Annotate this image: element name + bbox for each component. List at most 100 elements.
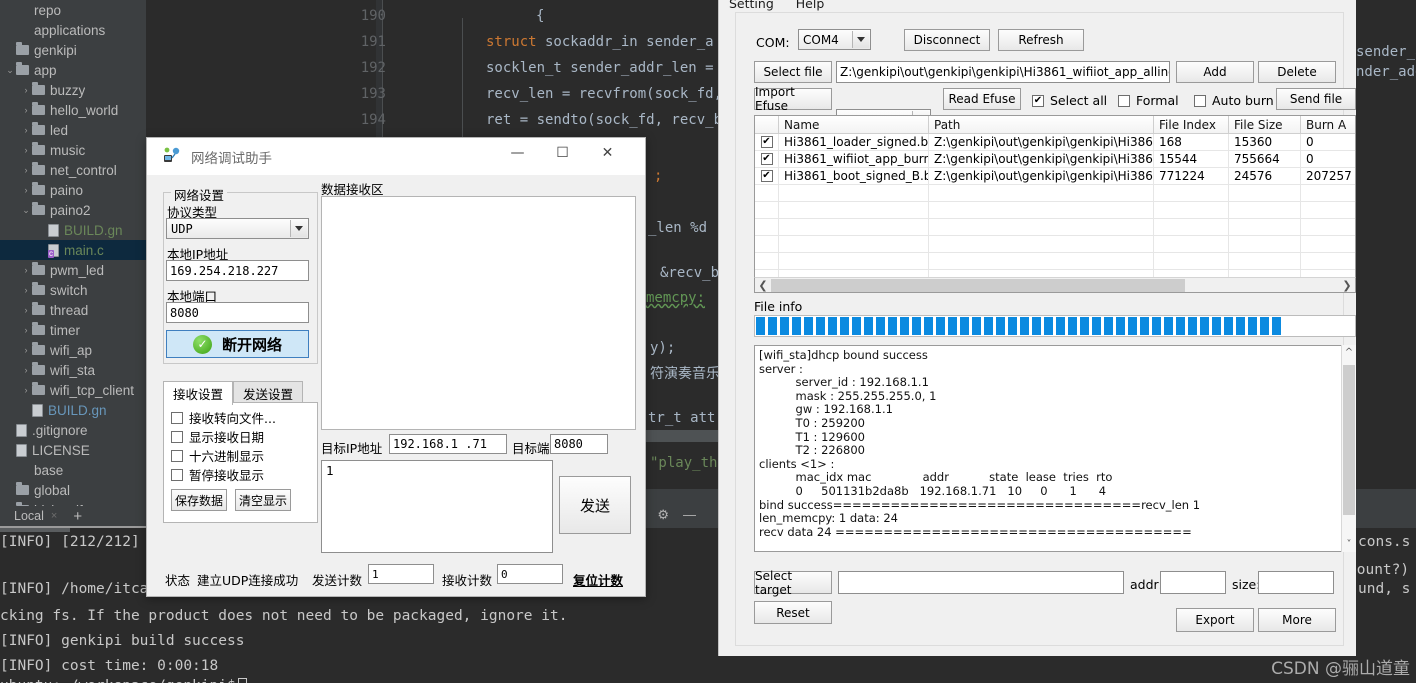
row-checkbox[interactable]: ✔ xyxy=(760,153,773,165)
column-header[interactable]: File Size xyxy=(1229,116,1301,133)
tab-receive-settings[interactable]: 接收设置 xyxy=(163,381,234,405)
terminal-tab-bar[interactable]: Local × + xyxy=(0,506,146,528)
log-scroll-thumb[interactable] xyxy=(1343,365,1355,515)
receive-option-row[interactable]: 显示接收日期 xyxy=(171,427,264,446)
receive-option-checkbox[interactable] xyxy=(171,430,183,443)
chevron-right-icon[interactable]: › xyxy=(20,285,32,295)
receive-option-checkbox[interactable] xyxy=(171,468,183,481)
chevron-right-icon[interactable]: › xyxy=(20,265,32,275)
tree-item-timer[interactable]: › timer xyxy=(0,320,146,340)
reset-button[interactable]: Reset xyxy=(754,601,832,624)
column-header[interactable]: Burn A xyxy=(1301,116,1355,133)
auto-burn-checkbox-row[interactable]: Auto burn xyxy=(1194,93,1274,108)
chevron-right-icon[interactable]: › xyxy=(20,145,32,155)
import-efuse-button[interactable]: Import Efuse xyxy=(754,85,832,113)
table-row[interactable]: ✔ Hi3861_loader_signed.bin Z:\genkipi\out\… xyxy=(755,134,1355,151)
add-terminal-icon[interactable]: + xyxy=(73,508,82,525)
tree-item-switch[interactable]: › switch xyxy=(0,280,146,300)
tree-item-buildgn[interactable]: BUILD.gn xyxy=(0,220,146,240)
disconnect-network-button[interactable]: ✓ 断开网络 xyxy=(166,330,309,358)
menu-help[interactable]: Help xyxy=(796,0,825,11)
tree-item-genkipi[interactable]: genkipi xyxy=(0,40,146,60)
com-select[interactable]: COM4 xyxy=(798,29,871,50)
table-hscrollbar[interactable]: ❮ ❯ xyxy=(754,277,1356,293)
tree-item-net_control[interactable]: › net_control xyxy=(0,160,146,180)
add-button[interactable]: Add xyxy=(1176,61,1254,83)
scroll-right-icon[interactable]: ❯ xyxy=(1339,279,1355,292)
table-row[interactable]: ✔ Hi3861_boot_signed_B.bin Z:\genkipi\out\… xyxy=(755,168,1355,185)
formal-checkbox-row[interactable]: Formal xyxy=(1118,93,1179,108)
file-path-input[interactable]: Z:\genkipi\out\genkipi\genkipi\Hi3861_wi… xyxy=(836,61,1170,83)
save-data-button[interactable]: 保存数据 xyxy=(171,489,227,511)
terminal-tab-local[interactable]: Local xyxy=(14,509,44,523)
local-port-input[interactable]: 8080 xyxy=(166,302,309,323)
minimize-button[interactable]: — xyxy=(495,138,540,168)
close-button[interactable]: ✕ xyxy=(585,138,630,168)
chevron-right-icon[interactable]: › xyxy=(20,365,32,375)
column-header[interactable] xyxy=(755,116,779,133)
scroll-left-icon[interactable]: ❮ xyxy=(755,279,771,292)
select-file-button[interactable]: Select file xyxy=(754,61,832,83)
tree-item-buildgn[interactable]: BUILD.gn xyxy=(0,400,146,420)
maximize-button[interactable]: ☐ xyxy=(540,138,585,168)
log-scrollbar[interactable]: ^ ˅ xyxy=(1341,345,1356,552)
refresh-button[interactable]: Refresh xyxy=(998,29,1084,51)
tree-item-license[interactable]: LICENSE xyxy=(0,440,146,460)
chevron-right-icon[interactable]: › xyxy=(20,105,32,115)
table-row[interactable]: ✔ Hi3861_wifiiot_app_burn... Z:\genkipi\ou… xyxy=(755,151,1355,168)
tree-item-global[interactable]: global xyxy=(0,480,146,500)
column-header[interactable]: Path xyxy=(929,116,1154,133)
close-icon[interactable]: × xyxy=(51,510,57,522)
more-button[interactable]: More xyxy=(1258,608,1336,632)
tree-item-wifi_tcp_client[interactable]: › wifi_tcp_client xyxy=(0,380,146,400)
tree-item-base[interactable]: base xyxy=(0,460,146,480)
receive-option-row[interactable]: 十六进制显示 xyxy=(171,446,264,465)
row-checkbox[interactable]: ✔ xyxy=(760,170,773,182)
chevron-right-icon[interactable]: › xyxy=(20,345,32,355)
target-input[interactable] xyxy=(838,571,1124,594)
column-header[interactable]: File Index xyxy=(1154,116,1229,133)
local-ip-input[interactable]: 169.254.218.227 xyxy=(166,260,309,281)
file-table[interactable]: Name Path File Index File Size Burn A ✔ Hi386… xyxy=(754,115,1356,279)
tree-item-gitignore[interactable]: .gitignore xyxy=(0,420,146,440)
target-port-input[interactable]: 8080 xyxy=(550,434,608,454)
gear-icon[interactable]: ⚙ xyxy=(657,507,669,523)
receive-option-checkbox[interactable] xyxy=(171,411,183,424)
tree-item-music[interactable]: › music xyxy=(0,140,146,160)
receive-option-row[interactable]: 接收转向文件... xyxy=(171,408,276,427)
chevron-right-icon[interactable]: › xyxy=(20,185,32,195)
auto-burn-checkbox[interactable] xyxy=(1194,94,1206,107)
chevron-right-icon[interactable]: › xyxy=(20,85,32,95)
row-checkbox[interactable]: ✔ xyxy=(760,136,773,148)
table-body[interactable]: ✔ Hi3861_loader_signed.bin Z:\genkipi\out\… xyxy=(755,134,1355,278)
scroll-up-icon[interactable]: ^ xyxy=(1345,347,1353,358)
recv-area-textbox[interactable] xyxy=(321,196,636,430)
read-efuse-button[interactable]: Read Efuse xyxy=(943,88,1021,110)
nda-titlebar[interactable]: 网络调试助手 — ☐ ✕ xyxy=(147,138,645,175)
reset-count-link[interactable]: 复位计数 xyxy=(573,570,623,589)
chevron-down-icon[interactable] xyxy=(290,220,307,237)
tree-item-thread[interactable]: › thread xyxy=(0,300,146,320)
project-tree[interactable]: repo applications genkipi ⌄ app › buzzy › hello_… xyxy=(0,0,146,518)
chevron-right-icon[interactable]: › xyxy=(20,305,32,315)
burn-tool-window[interactable]: Setting Help COM: COM4 Disconnect Refres… xyxy=(718,0,1356,656)
tree-item-repo[interactable]: repo xyxy=(0,0,146,20)
protocol-select[interactable]: UDP xyxy=(166,218,309,239)
burn-menubar[interactable]: Setting Help xyxy=(729,0,824,11)
tree-item-mainc[interactable]: main.c xyxy=(0,240,146,260)
size-input[interactable] xyxy=(1258,571,1334,594)
chevron-right-icon[interactable]: › xyxy=(20,385,32,395)
delete-button[interactable]: Delete xyxy=(1258,61,1336,83)
network-debug-assistant-window[interactable]: 网络调试助手 — ☐ ✕ 网络设置 协议类型 UDP 本地IP地址 169.25… xyxy=(146,137,646,597)
menu-setting[interactable]: Setting xyxy=(729,0,774,11)
target-ip-input[interactable]: 192.168.1 .71 xyxy=(389,434,507,454)
tree-item-paino2[interactable]: ⌄ paino2 xyxy=(0,200,146,220)
tree-item-wifi_sta[interactable]: › wifi_sta xyxy=(0,360,146,380)
send-button[interactable]: 发送 xyxy=(559,476,631,534)
chevron-right-icon[interactable]: › xyxy=(20,125,32,135)
minimize-icon[interactable]: — xyxy=(683,507,696,523)
chevron-right-icon[interactable]: › xyxy=(20,165,32,175)
terminal-scrollbar[interactable] xyxy=(0,528,70,532)
log-output[interactable]: [wifi_sta]dhcp bound success server : se… xyxy=(754,345,1342,552)
tree-item-buzzy[interactable]: › buzzy xyxy=(0,80,146,100)
